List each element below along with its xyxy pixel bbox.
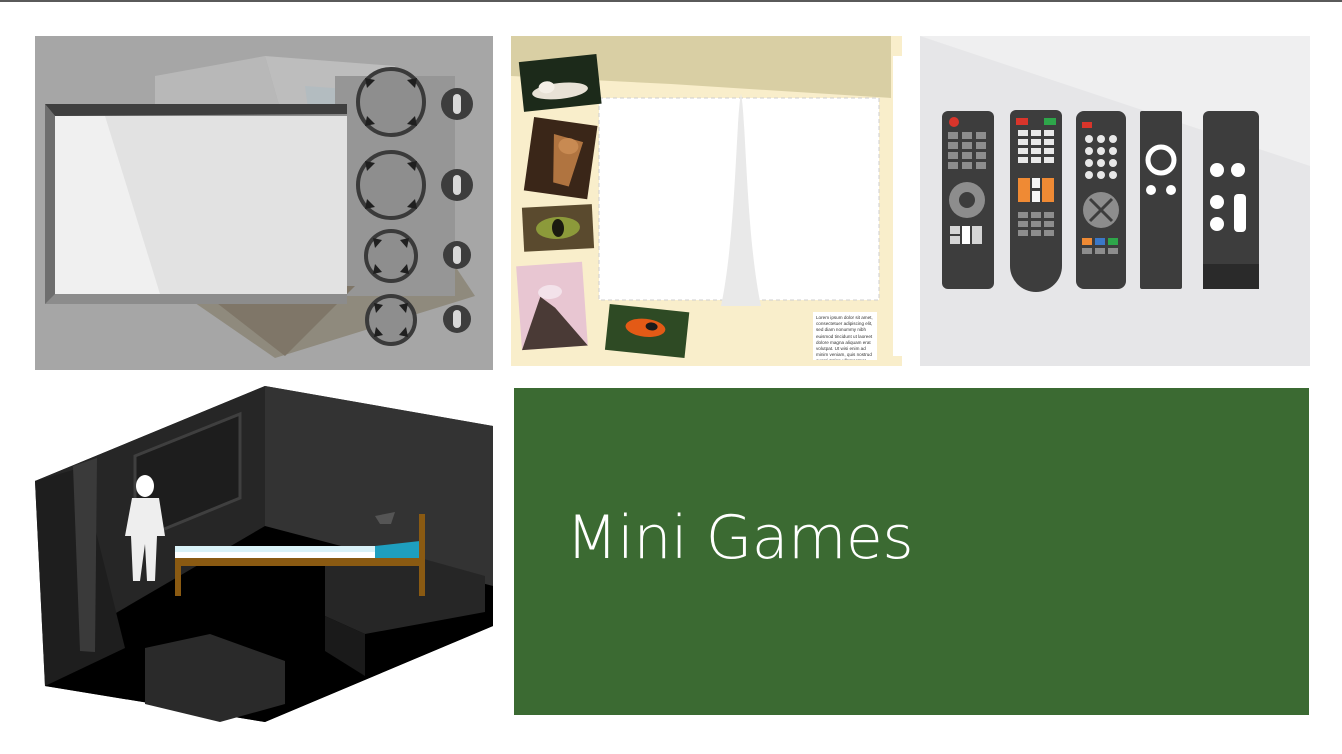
deer-photo <box>523 117 598 200</box>
remote-control-icon <box>920 36 1310 292</box>
top-divider <box>0 0 1342 2</box>
dark-bedroom-tile[interactable] <box>35 386 493 722</box>
section-title-panel: Mini Games <box>514 388 1309 715</box>
dial-icon[interactable] <box>353 66 493 348</box>
bedroom-scene <box>35 386 493 722</box>
eye-photo <box>521 204 595 252</box>
remote-controls-tile[interactable] <box>920 36 1310 366</box>
switch-icon <box>441 88 473 333</box>
tiger-photo <box>518 53 602 112</box>
section-title: Mini Games <box>566 503 914 573</box>
tv-controls-tile[interactable] <box>35 36 493 370</box>
photo-layout-tile[interactable]: Lorem ipsum dolor sit amet, consectetuer… <box>511 36 902 366</box>
caption-text-block: Lorem ipsum dolor sit amet, consectetuer… <box>813 312 877 360</box>
frog-photo <box>604 303 690 359</box>
mountain-photo <box>516 261 588 351</box>
